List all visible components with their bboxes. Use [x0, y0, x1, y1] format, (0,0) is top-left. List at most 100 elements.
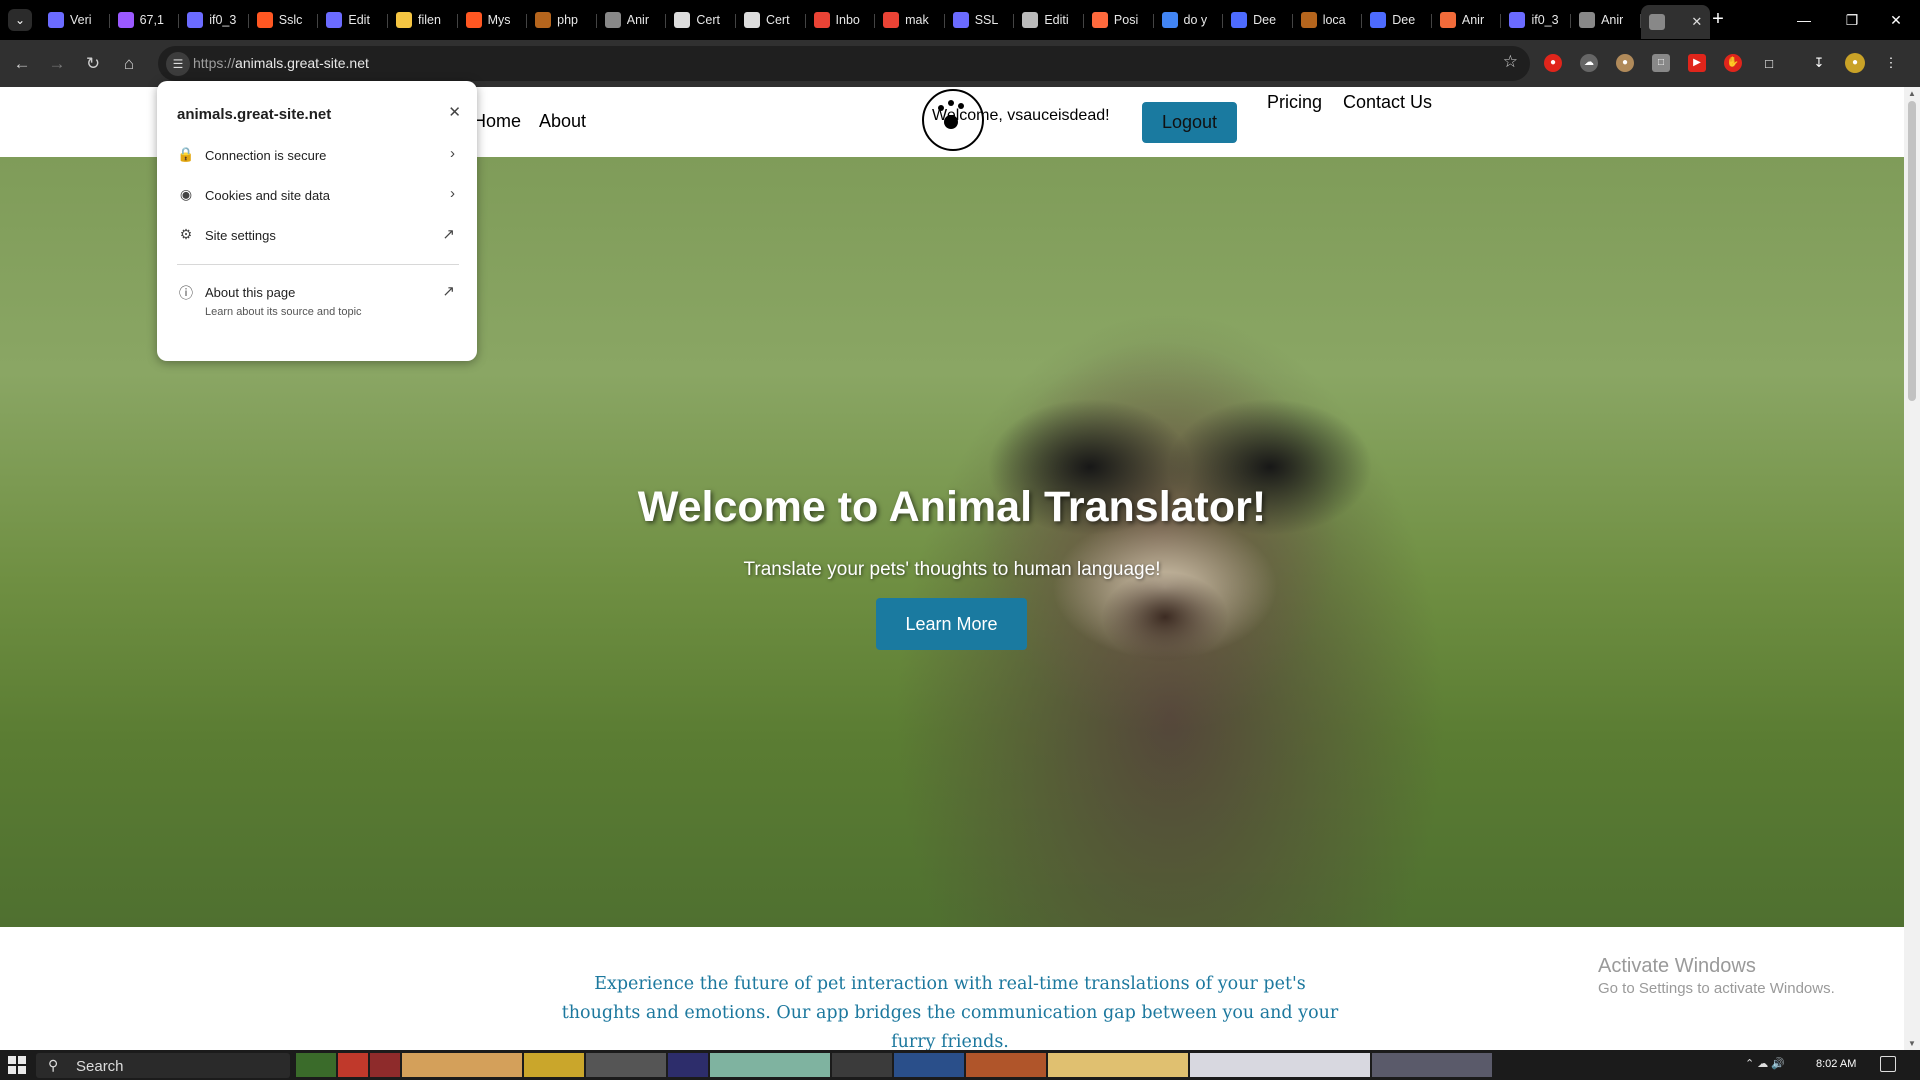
- site-settings-row[interactable]: ⚙ Site settings ↗: [177, 219, 459, 253]
- browser-tab[interactable]: 67,1: [110, 5, 180, 35]
- browser-tab[interactable]: Inbo: [806, 5, 876, 35]
- browser-tab[interactable]: Sslc: [249, 5, 319, 35]
- taskbar-app-icon[interactable]: [1048, 1053, 1188, 1077]
- bookmark-star-icon[interactable]: ☆: [1503, 52, 1518, 72]
- browser-tab[interactable]: Cert: [666, 5, 736, 35]
- tab-search-button[interactable]: ⌄: [8, 9, 32, 31]
- globe-icon: [1579, 12, 1596, 28]
- browser-tab[interactable]: Dee: [1223, 5, 1293, 35]
- browser-tab[interactable]: loca: [1293, 5, 1363, 35]
- tab-title: Anir: [1601, 13, 1624, 27]
- downloads-icon[interactable]: ↧: [1806, 50, 1832, 76]
- globe-icon: [1648, 14, 1665, 30]
- reload-button[interactable]: ↻: [81, 52, 105, 76]
- taskbar-app-icon[interactable]: [710, 1053, 830, 1077]
- scroll-up-arrow-icon[interactable]: ▲: [1908, 89, 1916, 98]
- nav-pricing-link[interactable]: Pricing: [1267, 92, 1322, 113]
- scroll-thumb[interactable]: [1908, 101, 1916, 401]
- close-window-button[interactable]: ✕: [1876, 8, 1916, 32]
- scroll-down-arrow-icon[interactable]: ▼: [1908, 1039, 1916, 1048]
- notification-icon[interactable]: [1880, 1056, 1896, 1072]
- home-icon[interactable]: ⌂: [117, 52, 141, 76]
- tab-title: loca: [1322, 13, 1346, 27]
- infinity-icon: [187, 12, 204, 28]
- browser-tab[interactable]: Dee: [1362, 5, 1432, 35]
- cloud-extension-icon[interactable]: ☁: [1576, 50, 1602, 76]
- tab-title: Editi: [1044, 13, 1069, 27]
- taskbar-app-icon[interactable]: [832, 1053, 892, 1077]
- browser-tab[interactable]: php: [527, 5, 597, 35]
- browser-tab[interactable]: Editi: [1014, 5, 1084, 35]
- windows-taskbar: ⚲ Search ⌃ ☁ 🔊 8:02 AM: [0, 1050, 1920, 1080]
- page-extension-icon[interactable]: □: [1648, 50, 1674, 76]
- taskbar-app-icon[interactable]: [296, 1053, 336, 1077]
- logout-button[interactable]: Logout: [1142, 102, 1237, 143]
- browser-tab[interactable]: Mys: [458, 5, 528, 35]
- gear-icon: ⚙: [179, 226, 193, 242]
- tab-title: Inbo: [835, 13, 860, 27]
- browser-tab[interactable]: Anir: [597, 5, 667, 35]
- lock-icon: 🔒: [177, 146, 195, 162]
- taskbar-app-icon[interactable]: [1372, 1053, 1492, 1077]
- browser-tab[interactable]: Cert: [736, 5, 806, 35]
- cookies-row[interactable]: ◉ Cookies and site data ›: [177, 179, 459, 213]
- new-tab-button[interactable]: +: [1705, 8, 1731, 32]
- video-extension-icon[interactable]: ▶: [1684, 50, 1710, 76]
- browser-tab[interactable]: Anir: [1432, 5, 1502, 35]
- about-page-row[interactable]: ⓘ About this page Learn about its source…: [177, 276, 459, 326]
- browser-tab[interactable]: Posi: [1084, 5, 1154, 35]
- nav-contact-link[interactable]: Contact Us: [1343, 92, 1432, 113]
- taskbar-app-icon[interactable]: [586, 1053, 666, 1077]
- forward-button[interactable]: →: [45, 52, 69, 76]
- site-info-icon[interactable]: ☰: [166, 52, 190, 76]
- back-button[interactable]: ←: [10, 52, 34, 76]
- browser-tab[interactable]: mak: [875, 5, 945, 35]
- browser-tab[interactable]: Edit: [318, 5, 388, 35]
- browser-tab[interactable]: do y: [1154, 5, 1224, 35]
- connection-label: Connection is secure: [205, 148, 327, 163]
- taskbar-app-icon[interactable]: [338, 1053, 368, 1077]
- browser-tab[interactable]: Veri: [40, 5, 110, 35]
- tab-close-icon[interactable]: ✕: [1691, 14, 1702, 30]
- taskbar-clock[interactable]: 8:02 AM: [1816, 1058, 1856, 1070]
- nav-about-link[interactable]: About: [539, 111, 586, 132]
- taskbar-app-icon[interactable]: [370, 1053, 400, 1077]
- taskbar-app-icon[interactable]: [966, 1053, 1046, 1077]
- learn-more-button[interactable]: Learn More: [876, 598, 1027, 650]
- nav-home-link[interactable]: Home: [473, 111, 521, 132]
- page-scrollbar[interactable]: ▲ ▼: [1904, 87, 1920, 1050]
- chevron-right-icon: ›: [450, 185, 455, 202]
- browser-tab[interactable]: filen: [388, 5, 458, 35]
- system-tray-icons[interactable]: ⌃ ☁ 🔊: [1745, 1057, 1785, 1070]
- taskbar-search[interactable]: ⚲ Search: [36, 1053, 290, 1078]
- about-label: About this page: [205, 285, 296, 300]
- stop-extension-icon[interactable]: ✋: [1720, 50, 1746, 76]
- tab-title: Veri: [70, 13, 92, 27]
- puzzle-extensions-icon[interactable]: □: [1756, 50, 1782, 76]
- adblock-extension-icon[interactable]: ●: [1540, 50, 1566, 76]
- taskbar-app-icon[interactable]: [1190, 1053, 1370, 1077]
- browser-tab-active[interactable]: ✕: [1640, 5, 1711, 39]
- tab-title: Dee: [1392, 13, 1416, 27]
- connection-secure-row[interactable]: 🔒 Connection is secure ›: [177, 139, 459, 173]
- browser-tab[interactable]: Anir: [1571, 5, 1641, 35]
- browser-tab[interactable]: SSL: [945, 5, 1015, 35]
- cookie-extension-icon[interactable]: ●: [1612, 50, 1638, 76]
- browser-menu-icon[interactable]: ⋮: [1878, 50, 1904, 76]
- restore-button[interactable]: ❐: [1832, 8, 1872, 32]
- taskbar-app-icon[interactable]: [668, 1053, 708, 1077]
- address-bar[interactable]: ☰ https://animals.great-site.net ☆: [158, 46, 1530, 81]
- popup-close-icon[interactable]: ✕: [448, 103, 461, 121]
- browser-tab[interactable]: if0_3: [1501, 5, 1571, 35]
- windows-start-icon[interactable]: [8, 1056, 26, 1074]
- profile-avatar[interactable]: ●: [1842, 50, 1868, 76]
- minimize-button[interactable]: —: [1784, 8, 1824, 32]
- url-text[interactable]: https://animals.great-site.net: [193, 55, 369, 71]
- tab-title: Cert: [765, 13, 790, 27]
- tab-title: Cert: [696, 13, 720, 27]
- link-icon: [256, 12, 273, 28]
- taskbar-app-icon[interactable]: [402, 1053, 522, 1077]
- browser-tab[interactable]: if0_3: [179, 5, 249, 35]
- taskbar-app-icon[interactable]: [894, 1053, 964, 1077]
- taskbar-app-icon[interactable]: [524, 1053, 584, 1077]
